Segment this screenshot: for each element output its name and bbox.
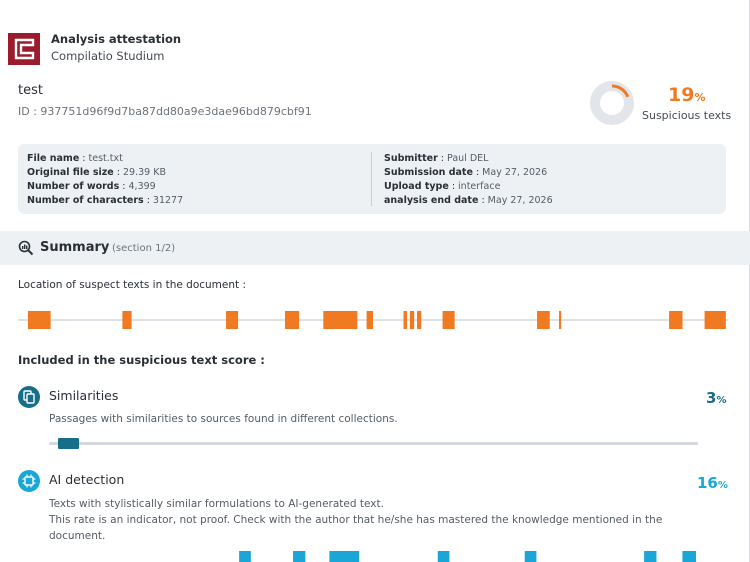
suspect-location-mark bbox=[122, 311, 132, 329]
info-row: Upload type : interface bbox=[384, 181, 501, 192]
suspect-location-mark bbox=[27, 311, 51, 329]
info-label: File name bbox=[27, 153, 80, 164]
copy-pages-icon bbox=[23, 390, 35, 404]
suspect-location-track bbox=[18, 311, 728, 329]
info-row: analysis end date : May 27, 2026 bbox=[384, 195, 553, 206]
info-label: Submission date bbox=[384, 167, 473, 178]
info-value: 29.39 KB bbox=[123, 167, 166, 178]
similarities-score-unit: % bbox=[716, 395, 727, 406]
info-row: Number of words : 4,399 bbox=[27, 181, 156, 192]
document-id-label: ID : bbox=[18, 105, 41, 118]
info-value: 31277 bbox=[152, 195, 184, 206]
suspect-location-mark bbox=[417, 311, 422, 329]
ai-detection-icon bbox=[18, 470, 40, 492]
ai-detection-mark bbox=[329, 551, 360, 562]
ai-detection-description-line: Texts with stylistically similar formula… bbox=[49, 498, 384, 510]
suspicious-score-donut bbox=[590, 81, 634, 125]
suspect-location-mark bbox=[366, 311, 373, 329]
ai-detection-track bbox=[239, 551, 697, 562]
suspect-location-mark bbox=[537, 311, 550, 329]
ai-detection-mark bbox=[239, 551, 251, 562]
document-name: test bbox=[18, 83, 43, 98]
suspect-location-mark bbox=[669, 311, 683, 329]
suspicious-score-label: Suspicious texts bbox=[642, 109, 732, 122]
similarities-score: 3% bbox=[706, 389, 726, 407]
suspect-location-mark bbox=[559, 311, 562, 329]
file-info-right: Submitter : Paul DEL Submission date : M… bbox=[384, 152, 553, 208]
suspicious-score-value: 19 bbox=[668, 84, 695, 106]
ai-detection-score: 16% bbox=[697, 474, 728, 492]
info-row: File name : test.txt bbox=[27, 153, 123, 164]
ai-detection-mark bbox=[437, 551, 450, 562]
similarities-track bbox=[49, 438, 698, 449]
info-label: Upload type bbox=[384, 181, 449, 192]
suspect-location-mark bbox=[323, 311, 358, 329]
ai-detection-description-line: document. bbox=[49, 530, 106, 542]
similarities-description: Passages with similarities to sources fo… bbox=[49, 413, 398, 425]
ai-detection-score-value: 16 bbox=[697, 474, 718, 492]
info-label: Original file size bbox=[27, 167, 114, 178]
info-row: Original file size : 29.39 KB bbox=[27, 167, 166, 178]
compilatio-logo-icon bbox=[8, 33, 40, 65]
suspicious-score-unit: % bbox=[694, 91, 706, 104]
included-label: Included in the suspicious text score : bbox=[18, 353, 265, 367]
info-value: Paul DEL bbox=[447, 153, 489, 164]
ai-detection-title: AI detection bbox=[49, 472, 125, 487]
info-divider bbox=[371, 152, 372, 206]
ai-detection-description-line: This rate is an indicator, not proof. Ch… bbox=[49, 514, 663, 526]
info-value: May 27, 2026 bbox=[482, 167, 548, 178]
suspect-location-mark bbox=[284, 311, 300, 329]
app-title: Analysis attestation bbox=[51, 32, 182, 46]
file-info-box: File name : test.txt Original file size … bbox=[18, 144, 726, 214]
info-label: Number of words bbox=[27, 181, 120, 192]
info-row: Submission date : May 27, 2026 bbox=[384, 167, 548, 178]
suspect-location-mark bbox=[226, 311, 239, 329]
document-id: ID : 937751d96f9d7ba87dd80a9e3dae96bd879… bbox=[18, 105, 312, 118]
similarities-mark bbox=[58, 438, 80, 449]
info-value: test.txt bbox=[88, 153, 123, 164]
ai-detection-mark bbox=[293, 551, 306, 562]
info-label: Number of characters bbox=[27, 195, 144, 206]
suspect-location-mark bbox=[707, 311, 711, 329]
info-label: Submitter bbox=[384, 153, 438, 164]
file-info-left: File name : test.txt Original file size … bbox=[27, 152, 183, 208]
suspicious-score: 19% bbox=[668, 84, 705, 106]
similarities-title: Similarities bbox=[49, 388, 119, 403]
ai-detection-description: Texts with stylistically similar formula… bbox=[49, 496, 669, 544]
info-value: May 27, 2026 bbox=[487, 195, 553, 206]
info-value: 4,399 bbox=[128, 181, 156, 192]
summary-title: Summary bbox=[40, 240, 110, 255]
ai-detection-mark bbox=[682, 551, 697, 562]
app-subtitle: Compilatio Studium bbox=[51, 49, 165, 63]
info-label: analysis end date bbox=[384, 195, 479, 206]
suspect-location-mark bbox=[409, 311, 415, 329]
info-row: Submitter : Paul DEL bbox=[384, 153, 489, 164]
similarities-icon bbox=[18, 386, 40, 408]
magnifier-analysis-icon bbox=[18, 240, 34, 256]
info-value: interface bbox=[458, 181, 501, 192]
chip-icon bbox=[22, 474, 36, 488]
similarities-score-value: 3 bbox=[706, 389, 717, 407]
ai-detection-mark bbox=[644, 551, 657, 562]
ai-detection-mark bbox=[524, 551, 537, 562]
ai-detection-score-unit: % bbox=[717, 480, 728, 491]
suspect-location-mark bbox=[403, 311, 408, 329]
document-id-value: 937751d96f9d7ba87dd80a9e3dae96bd879cbf91 bbox=[40, 105, 312, 118]
suspect-location-mark bbox=[442, 311, 455, 329]
info-row: Number of characters : 31277 bbox=[27, 195, 184, 206]
location-label: Location of suspect texts in the documen… bbox=[18, 279, 247, 291]
summary-section-number: (section 1/2) bbox=[112, 243, 176, 254]
